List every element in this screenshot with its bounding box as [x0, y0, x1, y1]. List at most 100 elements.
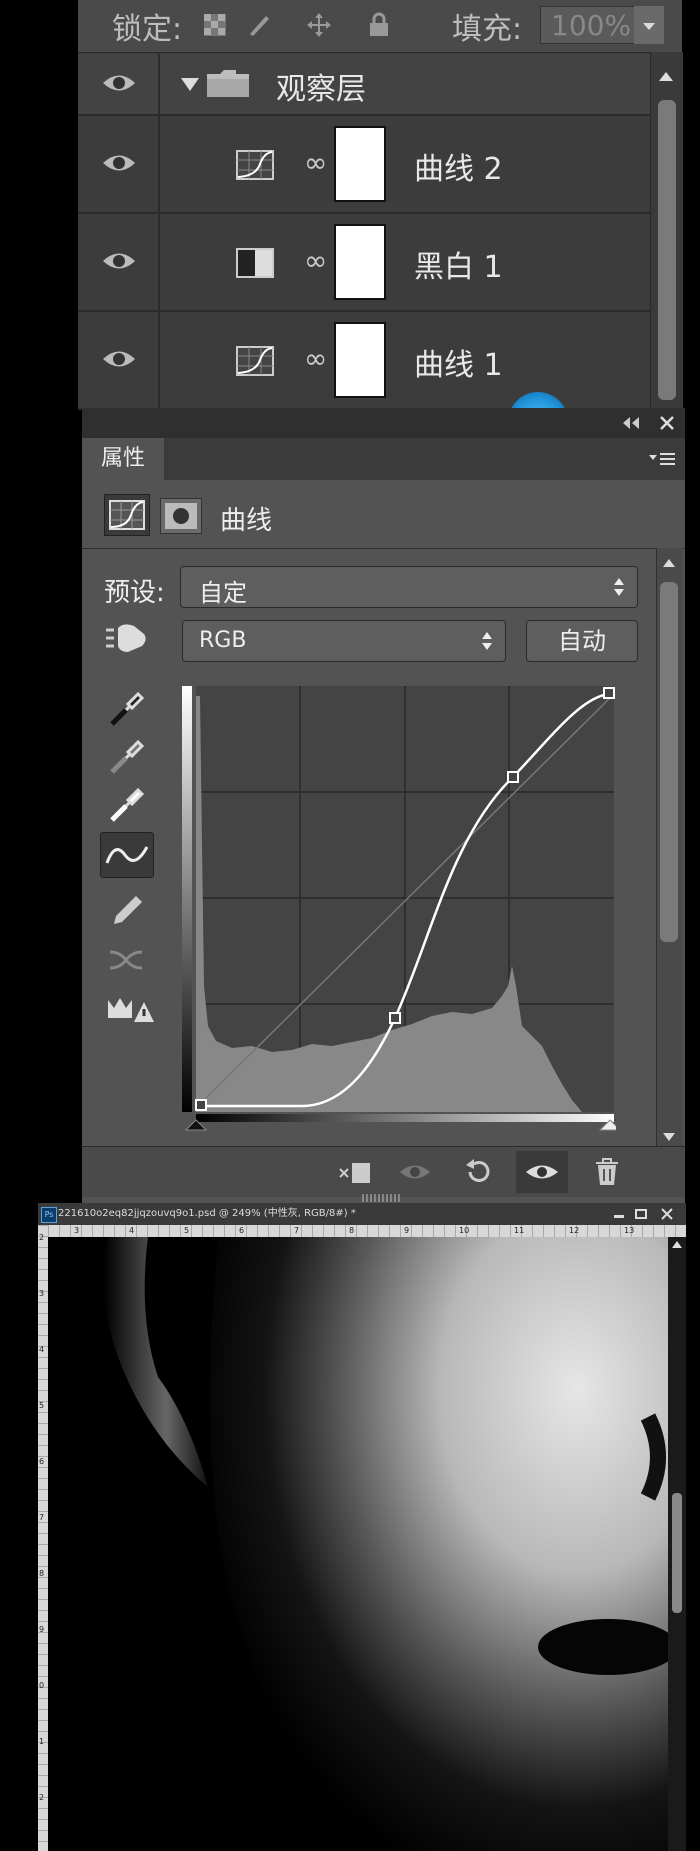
clipping-warning-icon[interactable] [106, 988, 154, 1028]
scroll-up-arrow-icon[interactable] [671, 1239, 683, 1249]
minimize-icon[interactable] [612, 1208, 626, 1220]
eye-icon [103, 351, 135, 367]
pencil-icon[interactable] [106, 890, 146, 930]
disclosure-triangle-icon[interactable] [180, 76, 200, 92]
lock-paint-brush-icon[interactable] [246, 12, 272, 38]
layer-row-curves-2[interactable]: ∞ 曲线 2 [78, 116, 650, 214]
view-previous-icon[interactable] [398, 1157, 432, 1187]
layer-mask-thumbnail[interactable] [334, 224, 386, 300]
panel-titlebar [82, 408, 685, 438]
layer-mask-thumbnail[interactable] [334, 322, 386, 398]
properties-panel: 属性 曲线 预设: 自定 RGB 自动 [82, 408, 685, 1203]
ruler-tick-label: 11 [514, 1226, 525, 1235]
ruler-tick-label: 8 [349, 1226, 355, 1235]
link-chain-icon[interactable]: ∞ [304, 342, 327, 376]
lock-all-padlock-icon[interactable] [366, 12, 392, 38]
visibility-icon [526, 1165, 558, 1179]
clip-to-layer-icon[interactable] [338, 1157, 372, 1187]
curve-point[interactable] [195, 1099, 207, 1111]
document-scroll-thumb[interactable] [672, 1493, 682, 1613]
layer-name: 曲线 1 [414, 348, 503, 383]
layer-visibility-toggle[interactable] [78, 116, 160, 212]
eyedropper-gray-icon[interactable] [106, 736, 146, 776]
layer-name: 曲线 2 [414, 152, 503, 187]
ruler-tick-label: 6 [239, 1226, 245, 1235]
ruler-tick-label: 3 [74, 1226, 80, 1235]
ruler-tick-label: 10 [459, 1226, 470, 1235]
curve-point[interactable] [507, 771, 519, 783]
scroll-up-arrow-icon[interactable] [658, 70, 674, 82]
preset-value: 自定 [199, 579, 247, 607]
layer-mask-thumbnail[interactable] [334, 126, 386, 202]
panel-menu-icon[interactable] [648, 452, 676, 468]
auto-button[interactable]: 自动 [526, 620, 638, 662]
document-window: Ps 221610o2eq82jjqzouvq9o1.psd @ 249% (中… [38, 1203, 686, 1851]
eye-icon [103, 75, 135, 91]
adjustment-name: 曲线 [220, 506, 273, 536]
layer-row-curves-1[interactable]: ∞ 曲线 1 [78, 312, 650, 422]
close-icon[interactable] [660, 416, 674, 430]
curves-graph[interactable] [182, 686, 616, 1132]
ruler-tick-label: 5 [39, 1401, 45, 1410]
lock-position-move-icon[interactable] [306, 12, 332, 38]
smooth-icon[interactable] [106, 938, 146, 978]
reset-icon[interactable] [462, 1157, 496, 1187]
close-icon[interactable] [660, 1208, 674, 1220]
ruler-tick-label: 2 [39, 1793, 45, 1802]
ruler-tick-label: 7 [39, 1513, 45, 1522]
eyedropper-white-icon[interactable] [106, 784, 146, 824]
channel-dropdown[interactable]: RGB [182, 620, 506, 662]
eye-icon [103, 155, 135, 171]
canvas-image[interactable] [48, 1237, 668, 1851]
ruler-tick-label: 9 [39, 1625, 45, 1634]
maximize-icon[interactable] [634, 1208, 648, 1220]
visibility-toggle[interactable] [516, 1151, 568, 1193]
curve-point[interactable] [389, 1012, 401, 1024]
curves-adjustment-icon [236, 346, 274, 376]
scroll-up-arrow-icon[interactable] [662, 558, 676, 568]
horizontal-ruler[interactable]: 3 4 5 6 7 8 9 10 11 12 13 [48, 1225, 686, 1237]
fill-label: 填充: [452, 12, 523, 47]
divider [82, 548, 685, 549]
layer-visibility-toggle[interactable] [78, 54, 160, 114]
collapse-double-arrow-icon[interactable] [622, 416, 640, 430]
panel-tabbar [82, 438, 685, 480]
delete-icon[interactable] [590, 1157, 624, 1187]
layer-visibility-toggle[interactable] [78, 214, 160, 310]
curve-points-tool[interactable] [100, 832, 154, 878]
input-gradient-bar [196, 1114, 614, 1122]
lock-transparent-icon[interactable] [202, 12, 228, 38]
properties-scroll-thumb[interactable] [660, 582, 678, 942]
targeted-adjustment-hand-icon[interactable] [104, 620, 148, 656]
preset-dropdown[interactable]: 自定 [180, 566, 638, 608]
eye-icon [103, 253, 135, 269]
layers-scroll-thumb[interactable] [658, 100, 676, 400]
layer-row-group[interactable]: 观察层 [78, 54, 650, 116]
ruler-tick-label: 12 [569, 1226, 580, 1235]
folder-icon [207, 70, 249, 97]
layer-row-black-white-1[interactable]: ∞ 黑白 1 [78, 214, 650, 312]
scroll-down-arrow-icon[interactable] [662, 1132, 676, 1142]
document-titlebar: Ps 221610o2eq82jjqzouvq9o1.psd @ 249% (中… [38, 1203, 686, 1225]
link-chain-icon[interactable]: ∞ [304, 244, 327, 278]
fill-dropdown-button[interactable] [634, 6, 664, 44]
ruler-tick-label: 13 [624, 1226, 635, 1235]
ruler-tick-label: 5 [184, 1226, 190, 1235]
curves-adjustment-icon [236, 150, 274, 180]
layer-visibility-toggle[interactable] [78, 312, 160, 408]
layers-lock-bar: 锁定: 填充: 100% [78, 0, 682, 53]
resize-grip[interactable] [362, 1194, 402, 1202]
preset-label: 预设: [104, 578, 165, 608]
layer-name: 观察层 [276, 72, 366, 107]
tab-properties[interactable]: 属性 [82, 438, 164, 480]
curve-point[interactable] [603, 687, 615, 699]
curves-adjustment-button[interactable] [104, 494, 150, 536]
layer-name: 黑白 1 [414, 250, 503, 285]
output-gradient-bar [182, 686, 192, 1112]
ruler-tick-label: 9 [404, 1226, 410, 1235]
mask-button[interactable] [160, 498, 202, 534]
link-chain-icon[interactable]: ∞ [304, 146, 327, 180]
channel-value: RGB [199, 628, 247, 653]
vertical-ruler[interactable]: 2 3 4 5 6 7 8 9 0 1 2 [38, 1225, 48, 1851]
eyedropper-black-icon[interactable] [106, 688, 146, 728]
